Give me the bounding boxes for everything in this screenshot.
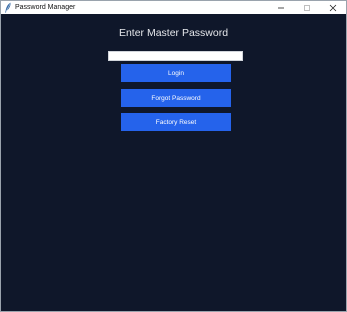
feather-icon bbox=[4, 2, 12, 13]
window-title: Password Manager bbox=[15, 4, 76, 11]
maximize-button[interactable] bbox=[294, 1, 320, 14]
window-controls bbox=[268, 1, 346, 14]
app-window: Password Manager Enter Master Password L… bbox=[0, 0, 347, 312]
login-button[interactable]: Login bbox=[121, 64, 231, 82]
forgot-password-button[interactable]: Forgot Password bbox=[121, 89, 231, 107]
factory-reset-button[interactable]: Factory Reset bbox=[121, 113, 231, 131]
main-content: Enter Master Password Login Forgot Passw… bbox=[1, 14, 346, 311]
master-password-field[interactable] bbox=[108, 51, 243, 61]
close-button[interactable] bbox=[320, 1, 346, 14]
minimize-button[interactable] bbox=[268, 1, 294, 14]
page-title: Enter Master Password bbox=[118, 27, 229, 39]
title-bar[interactable]: Password Manager bbox=[1, 1, 346, 14]
